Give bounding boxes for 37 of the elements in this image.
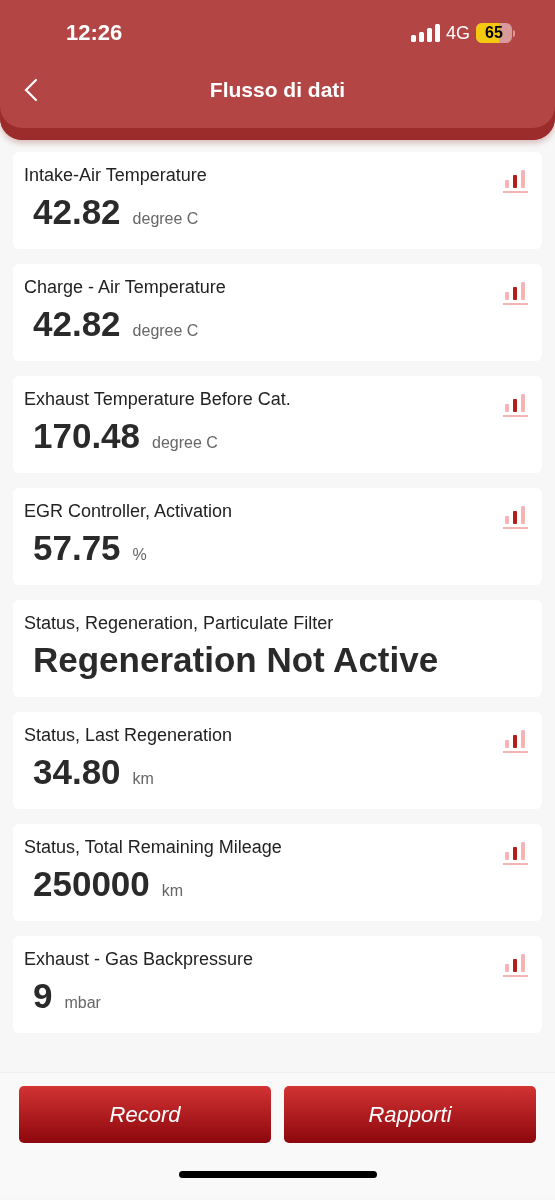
back-icon[interactable]: [24, 78, 38, 102]
unit-label: km: [132, 770, 154, 788]
parameter-value: 42.82: [33, 192, 121, 232]
parameter-value: 57.75: [33, 528, 121, 568]
parameter-label: EGR Controller, Activation: [24, 501, 233, 521]
bar-chart-icon[interactable]: [503, 169, 528, 193]
parameter-value: 42.82: [33, 304, 121, 344]
unit-label: degree C: [152, 434, 218, 452]
bar-chart-icon[interactable]: [503, 841, 528, 865]
action-button[interactable]: Rapporti: [284, 1086, 536, 1143]
parameter-label: Intake-Air Temperature: [24, 165, 207, 185]
network-label: 4G: [446, 22, 470, 44]
bar-chart-icon[interactable]: [503, 729, 528, 753]
unit-label: degree C: [132, 210, 199, 228]
unit-label: degree C: [132, 322, 199, 340]
unit-label: mbar: [64, 994, 101, 1012]
parameter-label: Status, Regeneration, Particulate Filter: [24, 613, 334, 633]
parameter-label: Status, Last Regeneration: [24, 725, 233, 745]
screen-title: Flusso di dati: [208, 78, 347, 102]
bar-chart-icon[interactable]: [503, 281, 528, 305]
unit-label: %: [132, 546, 147, 564]
parameter-label: Exhaust Temperature Before Cat.: [24, 389, 291, 409]
unit-label: km: [161, 882, 184, 900]
action-button[interactable]: Record: [19, 1086, 271, 1143]
parameter-label: Charge - Air Temperature: [24, 277, 226, 297]
parameter-value: 9: [33, 976, 53, 1016]
parameter-label: Exhaust - Gas Backpressure: [24, 949, 254, 969]
parameter-value: 34.80: [33, 752, 121, 792]
status-time: 12:26: [66, 20, 123, 46]
bar-chart-icon[interactable]: [503, 953, 528, 977]
bar-chart-icon[interactable]: [503, 505, 528, 529]
bar-chart-icon[interactable]: [503, 393, 528, 417]
parameter-value: Regeneration Not Active: [33, 640, 439, 680]
parameter-value: 170.48: [33, 416, 141, 456]
signal-icon: [411, 24, 440, 42]
parameter-value: 250000: [33, 864, 150, 904]
parameter-label: Status, Total Remaining Mileage: [24, 837, 282, 857]
